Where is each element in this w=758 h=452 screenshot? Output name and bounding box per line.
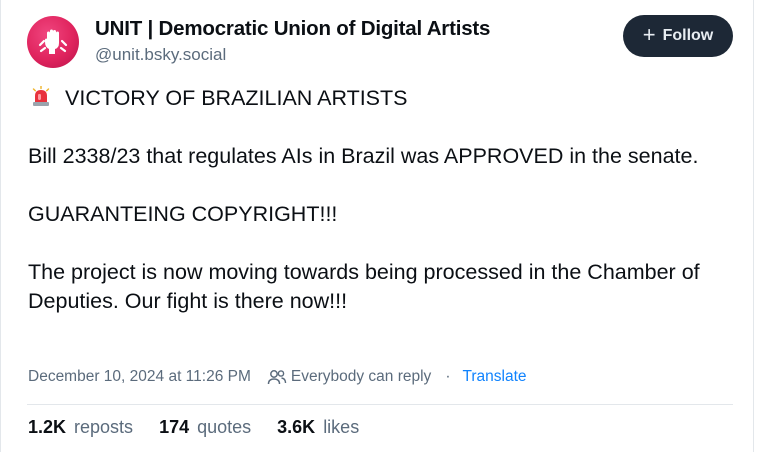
quotes-count: 174 [159,417,190,437]
likes-count: 3.6K [277,417,316,437]
follow-button-label: Follow [662,27,714,44]
likes-label: likes [323,417,360,437]
post-timestamp[interactable]: December 10, 2024 at 11:26 PM [28,368,251,386]
plus-icon: + [642,22,656,47]
people-icon [267,368,287,386]
stats-divider [27,404,733,405]
author-avatar[interactable] [27,16,79,68]
post-headline: VICTORY OF BRAZILIAN ARTISTS [65,86,408,110]
translate-link[interactable]: Translate [462,368,526,386]
post-paragraph-1: Bill 2338/23 that regulates AIs in Brazi… [28,144,699,168]
reply-setting[interactable]: Everybody can reply [291,368,431,386]
reposts-label: reposts [74,417,134,437]
post-card: UNIT | Democratic Union of Digital Artis… [0,0,754,452]
author-names: UNIT | Democratic Union of Digital Artis… [95,16,490,67]
raised-fist-logo-icon [38,29,68,54]
author-handle[interactable]: @unit.bsky.social [95,43,490,67]
author-display-name[interactable]: UNIT | Democratic Union of Digital Artis… [95,16,490,42]
quotes-stat[interactable]: 174 quotes [159,417,251,438]
post-stats: 1.2K reposts 174 quotes 3.6K likes [28,417,385,438]
post-meta: December 10, 2024 at 11:26 PM Everybody … [28,368,527,386]
likes-stat[interactable]: 3.6K likes [277,417,359,438]
post-headline-line: VICTORY OF BRAZILIAN ARTISTS [28,84,728,113]
follow-button[interactable]: + Follow [623,15,733,57]
reposts-count: 1.2K [28,417,67,437]
post-header: UNIT | Democratic Union of Digital Artis… [27,14,733,70]
meta-separator: · [445,368,451,385]
quotes-label: quotes [197,417,252,437]
reposts-stat[interactable]: 1.2K reposts [28,417,133,438]
post-paragraph-3: The project is now moving towards being … [28,260,700,313]
post-paragraph-2: GUARANTEING COPYRIGHT!!! [28,202,338,226]
post-body: VICTORY OF BRAZILIAN ARTISTS Bill 2338/2… [28,84,728,316]
police-light-emoji-icon [32,86,50,106]
